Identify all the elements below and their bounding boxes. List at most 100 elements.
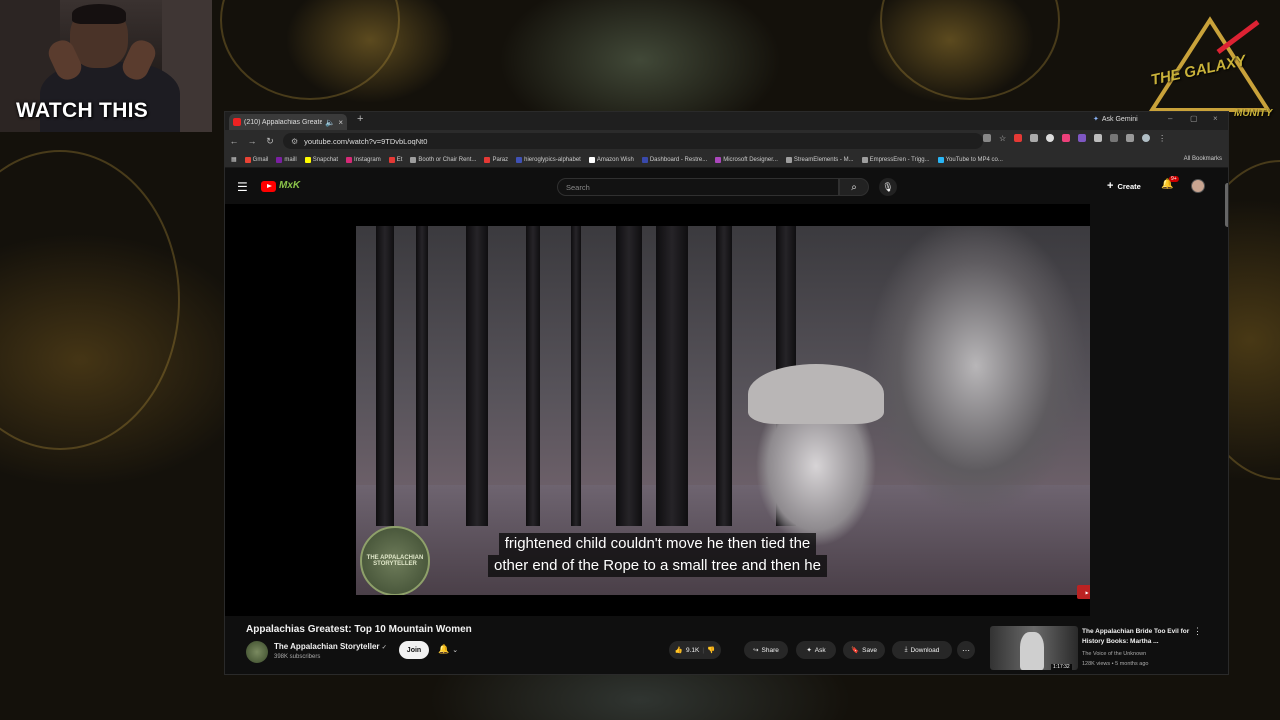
- recommended-video-title[interactable]: The Appalachian Bride Too Evil for Histo…: [1082, 627, 1190, 647]
- bookmark-item[interactable]: Instagram: [346, 156, 381, 163]
- browser-menu-icon[interactable]: ⋮: [1158, 134, 1166, 143]
- youtube-favicon-icon: [233, 118, 241, 126]
- youtube-header: ☰ MxK Search ⌕ 🎙 + Create 🔔 9+: [225, 169, 1228, 204]
- background-swirl: [880, 0, 1060, 100]
- minimize-button[interactable]: –: [1168, 114, 1172, 123]
- browser-tab[interactable]: (210) Appalachias Greatest 🔈 ×: [229, 114, 347, 130]
- create-button[interactable]: + Create: [1107, 180, 1141, 192]
- browser-window: (210) Appalachias Greatest 🔈 × + ✦ Ask G…: [224, 111, 1229, 675]
- child-hair: [748, 364, 884, 424]
- share-button[interactable]: ↪ Share: [744, 641, 788, 659]
- ask-gemini-button[interactable]: ✦ Ask Gemini: [1093, 115, 1138, 124]
- address-bar[interactable]: ⚙ youtube.com/watch?v=9TDvbLoqNt0: [283, 133, 983, 149]
- tab-title: (210) Appalachias Greatest: [244, 118, 323, 126]
- bookmark-item[interactable]: YouTube to MP4 co...: [937, 156, 1003, 163]
- subscription-bell-icon[interactable]: 🔔 ⌄: [438, 644, 458, 655]
- bookmark-item[interactable]: hieroglypics-alphabet: [516, 156, 581, 163]
- bookmark-item[interactable]: Booth or Chair Rent...: [410, 156, 476, 163]
- video-title: Appalachias Greatest: Top 10 Mountain Wo…: [246, 624, 472, 635]
- tree-trunk: [526, 226, 540, 526]
- bookmark-item[interactable]: Snapchat: [304, 156, 339, 163]
- bookmark-star-icon[interactable]: ☆: [999, 134, 1006, 143]
- thumbnail-figure: [1020, 632, 1044, 670]
- bookmark-label: hieroglypics-alphabet: [524, 156, 581, 163]
- dislike-divider: |: [702, 646, 705, 654]
- man-face-overlay: [856, 226, 1090, 546]
- extension-icon[interactable]: [1046, 134, 1055, 142]
- thumbs-down-icon: 👎: [707, 647, 716, 654]
- channel-name[interactable]: The Appalachian Storyteller ✓: [274, 642, 387, 651]
- extension-icon[interactable]: [1062, 134, 1071, 142]
- extension-icon[interactable]: [1126, 134, 1135, 142]
- bookmark-label: maill: [284, 156, 297, 163]
- video-duration: 1:17:32: [1051, 664, 1072, 670]
- install-icon[interactable]: [983, 134, 991, 142]
- video-subtitles: frightened child couldn't move he then t…: [225, 533, 1090, 577]
- account-avatar[interactable]: [1191, 179, 1205, 193]
- bookmark-item[interactable]: Gmail: [244, 156, 268, 163]
- youtube-logo-icon[interactable]: [261, 181, 276, 192]
- search-input[interactable]: Search: [557, 178, 839, 196]
- cast-icon[interactable]: [1110, 134, 1119, 142]
- ask-button[interactable]: ✦ Ask: [796, 641, 836, 659]
- forward-arrow-icon[interactable]: →: [243, 136, 261, 146]
- audio-icon[interactable]: 🔈: [325, 118, 335, 127]
- subscriber-count: 398K subscribers: [274, 654, 321, 660]
- ask-label: Ask: [814, 646, 826, 654]
- tab-close-icon[interactable]: ×: [338, 118, 343, 127]
- bookmark-item[interactable]: EmpressEren - Trigg...: [861, 156, 930, 163]
- more-options-icon[interactable]: ⋮: [1193, 626, 1202, 637]
- bookmark-label: Snapchat: [312, 156, 339, 163]
- maximize-button[interactable]: ▢: [1190, 114, 1198, 123]
- channel-avatar[interactable]: [246, 641, 268, 663]
- extension-icon[interactable]: [1014, 134, 1023, 142]
- site-info-icon[interactable]: ⚙: [291, 137, 298, 146]
- back-arrow-icon[interactable]: ←: [225, 136, 243, 146]
- save-button[interactable]: 🔖 Save: [843, 641, 885, 659]
- bookmark-item[interactable]: StreamElements - M...: [785, 156, 854, 163]
- video-player[interactable]: THE APPALACHIAN STORYTELLER frightened c…: [225, 204, 1090, 616]
- search-icon[interactable]: ⌕: [839, 178, 869, 196]
- create-label: Create: [1117, 181, 1141, 191]
- sparkle-icon: ✦: [806, 647, 812, 654]
- microphone-icon[interactable]: 🎙: [879, 178, 897, 196]
- bookmark-icon: 🔖: [851, 647, 860, 654]
- recommended-video-meta: 128K views • 5 months ago: [1082, 661, 1149, 667]
- share-label: Share: [761, 646, 779, 654]
- extension-icon[interactable]: [1030, 134, 1039, 142]
- bookmark-label: EmpressEren - Trigg...: [869, 156, 930, 163]
- extension-icon[interactable]: [1078, 134, 1087, 142]
- bookmark-item[interactable]: Microsoft Designer...: [715, 156, 778, 163]
- download-icon: ⤓: [904, 646, 908, 653]
- download-button[interactable]: ⤓ Download: [892, 641, 952, 659]
- bookmark-item[interactable]: maill: [276, 156, 297, 163]
- extensions-puzzle-icon[interactable]: [1094, 134, 1103, 142]
- all-bookmarks-button[interactable]: All Bookmarks: [1179, 156, 1222, 162]
- bookmark-item[interactable]: Paraz: [484, 156, 508, 163]
- join-button[interactable]: Join: [399, 641, 429, 659]
- page-scrollbar[interactable]: [1225, 183, 1228, 227]
- recommended-channel-name[interactable]: The Voice of the Unknown: [1082, 651, 1146, 657]
- bookmark-item[interactable]: Et: [388, 156, 402, 163]
- reload-icon[interactable]: ↻: [261, 136, 279, 147]
- bookmark-item[interactable]: Amazon Wish: [588, 156, 634, 163]
- apps-grid-icon[interactable]: ▦: [231, 156, 237, 163]
- streamer-hair: [72, 4, 126, 24]
- bookmark-favicon-icon: [785, 156, 792, 163]
- tree-trunk: [571, 226, 581, 526]
- youtube-page: ☰ MxK Search ⌕ 🎙 + Create 🔔 9+ THE APPAL…: [225, 169, 1228, 674]
- more-actions-icon[interactable]: ⋯: [957, 641, 975, 659]
- like-button[interactable]: 👍 9.1K | 👎: [669, 641, 721, 659]
- close-window-button[interactable]: ×: [1213, 114, 1218, 123]
- menu-hamburger-icon[interactable]: ☰: [237, 180, 248, 194]
- bookmarks-bar: ▦ Gmail maill Snapchat Instagram Et Boot…: [225, 152, 1228, 168]
- tree-trunk: [416, 226, 428, 526]
- new-tab-button[interactable]: +: [357, 113, 363, 125]
- bookmark-favicon-icon: [588, 156, 595, 163]
- profile-icon[interactable]: [1142, 134, 1151, 142]
- tree-trunk: [616, 226, 642, 526]
- like-count: 9.1K: [685, 646, 700, 654]
- bookmark-item[interactable]: Dashboard - Restre...: [641, 156, 707, 163]
- bookmark-favicon-icon: [388, 156, 395, 163]
- subscribe-watermark-icon[interactable]: ▶: [1077, 585, 1090, 599]
